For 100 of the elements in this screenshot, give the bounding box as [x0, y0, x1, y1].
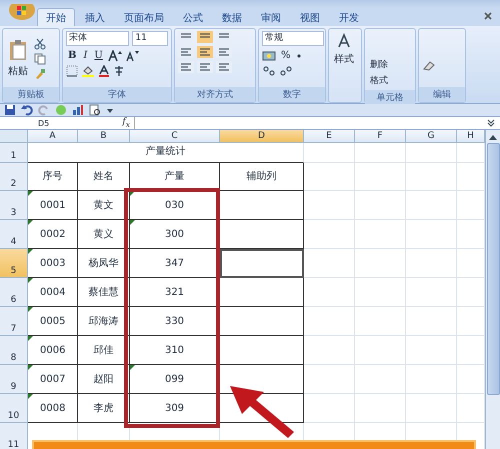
name-box[interactable]: D5 — [0, 118, 90, 128]
dropdown-icon[interactable] — [106, 106, 114, 114]
column-header[interactable]: H — [457, 130, 485, 143]
clear-icon[interactable] — [422, 59, 436, 71]
font-size-field[interactable]: 11 — [132, 31, 168, 46]
row-header[interactable]: 5 — [0, 249, 28, 278]
table-cell: 099 — [130, 365, 220, 394]
empty-cell — [406, 143, 457, 163]
bold-button[interactable]: B — [66, 49, 78, 62]
selected-cell[interactable] — [220, 249, 304, 278]
close-icon[interactable] — [484, 12, 492, 20]
column-header[interactable]: G — [406, 130, 457, 143]
phonetic-icon[interactable] — [113, 65, 125, 77]
paste-button[interactable]: 粘贴 — [6, 36, 30, 80]
table-cell: 产量 — [130, 163, 220, 191]
preview-icon[interactable] — [89, 104, 101, 116]
row-header[interactable]: 6 — [0, 278, 28, 307]
align-icon[interactable] — [197, 31, 213, 43]
empty-cell — [406, 307, 457, 336]
empty-cell — [355, 191, 406, 220]
table-cell: 黄义 — [78, 220, 130, 249]
save-icon[interactable] — [4, 104, 16, 116]
column-header[interactable]: E — [304, 130, 355, 143]
row-header[interactable]: 1 — [0, 143, 28, 163]
table-cell: 0002 — [28, 220, 78, 249]
italic-button[interactable]: I — [81, 49, 90, 62]
chart-icon[interactable] — [72, 104, 84, 116]
row-header[interactable]: 3 — [0, 191, 28, 220]
row-header[interactable]: 9 — [0, 365, 28, 394]
table-cell: 蔡佳慧 — [78, 278, 130, 307]
number-format-field[interactable]: 常规 — [262, 31, 324, 46]
expand-icon[interactable] — [486, 118, 496, 128]
underline-button[interactable]: U — [92, 49, 105, 62]
table-cell: 姓名 — [78, 163, 130, 191]
row-header[interactable]: 10 — [0, 394, 28, 423]
ribbon-tab[interactable]: 数据 — [213, 8, 251, 26]
increase-decimal-icon[interactable] — [262, 65, 276, 77]
ribbon-tab[interactable]: 开始 — [37, 8, 75, 26]
empty-cell — [304, 278, 355, 307]
table-cell: 330 — [130, 307, 220, 336]
currency-icon[interactable] — [262, 50, 276, 62]
row-header[interactable]: 4 — [0, 220, 28, 249]
group-label: 单元格 — [365, 90, 415, 105]
ribbon-tab[interactable]: 视图 — [291, 8, 329, 26]
align-icon[interactable] — [216, 61, 232, 73]
row-header[interactable]: 11 — [0, 423, 28, 449]
column-header[interactable]: A — [28, 130, 78, 143]
empty-cell — [355, 220, 406, 249]
cut-icon[interactable] — [34, 38, 46, 50]
border-icon[interactable] — [66, 65, 78, 77]
table-cell: 0004 — [28, 278, 78, 307]
align-icon[interactable] — [178, 61, 194, 73]
empty-cell — [355, 163, 406, 191]
group-label: 剪贴板 — [3, 87, 59, 102]
empty-cell — [304, 249, 355, 278]
group-label: 字体 — [63, 87, 171, 102]
table-cell: 300 — [130, 220, 220, 249]
table-cell: 321 — [130, 278, 220, 307]
office-button-icon[interactable] — [8, 4, 36, 20]
column-header[interactable]: C — [130, 130, 220, 143]
row-header[interactable]: 8 — [0, 336, 28, 365]
font-name-field[interactable]: 宋体 — [66, 31, 130, 46]
table-cell: 邱佳 — [78, 336, 130, 365]
empty-cell — [355, 336, 406, 365]
ribbon-tab[interactable]: 公式 — [174, 8, 212, 26]
empty-cell — [304, 163, 355, 191]
column-header[interactable]: B — [78, 130, 130, 143]
table-cell: 杨凤华 — [78, 249, 130, 278]
ribbon-tab[interactable]: 页面布局 — [115, 8, 173, 26]
row-header[interactable]: 2 — [0, 163, 28, 191]
group-label: 数字 — [259, 87, 325, 102]
group-label: 对齐方式 — [175, 87, 255, 102]
align-icon[interactable] — [216, 46, 232, 58]
delete-button[interactable]: 删除 — [368, 59, 390, 72]
font-color-icon[interactable] — [98, 65, 110, 77]
row-header[interactable]: 7 — [0, 307, 28, 336]
copy-icon[interactable] — [34, 53, 46, 65]
format-button[interactable]: 格式 — [368, 75, 390, 88]
fill-color-icon[interactable] — [81, 65, 95, 77]
column-header[interactable]: F — [355, 130, 406, 143]
vertical-scrollbar[interactable] — [485, 130, 500, 449]
grow-font-icon[interactable] — [108, 50, 122, 62]
align-icon[interactable] — [197, 61, 213, 73]
table-cell: 黄文 — [78, 191, 130, 220]
shrink-font-icon[interactable] — [124, 50, 139, 62]
empty-cell — [355, 249, 406, 278]
ribbon-tab[interactable]: 开发 — [330, 8, 368, 26]
ribbon-tab[interactable]: 插入 — [76, 8, 114, 26]
align-icon[interactable] — [178, 46, 194, 58]
ribbon-tab[interactable]: 审阅 — [252, 8, 290, 26]
empty-cell — [304, 365, 355, 394]
function-button[interactable]: f$_{x}$ — [90, 117, 135, 129]
undo-icon[interactable] — [21, 104, 33, 116]
align-icon[interactable] — [197, 46, 213, 58]
decrease-decimal-icon[interactable] — [279, 65, 293, 77]
table-cell: 0005 — [28, 307, 78, 336]
scroll-up-icon[interactable] — [488, 133, 498, 141]
table-cell: 辅助列 — [220, 163, 304, 191]
column-header[interactable]: D — [220, 130, 304, 143]
percent-button[interactable]: % — [279, 49, 293, 62]
